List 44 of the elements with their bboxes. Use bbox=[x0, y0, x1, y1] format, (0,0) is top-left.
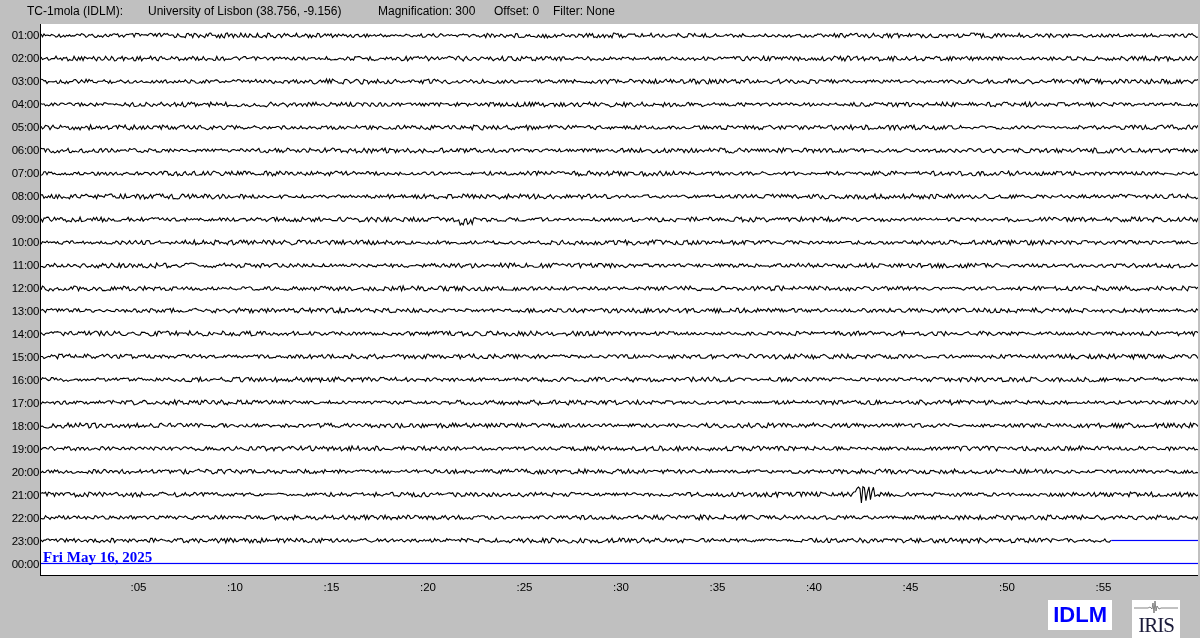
station-location: University of Lisbon (38.756, -9.156) bbox=[148, 2, 343, 20]
minute-tick-label: :40 bbox=[806, 580, 822, 596]
minute-tick-label: :35 bbox=[709, 580, 726, 596]
hour-label: 13:00 bbox=[11, 303, 39, 319]
station-name: TC-1mola (IDLM): bbox=[27, 2, 124, 20]
org-logo-text: IRIS bbox=[1138, 614, 1174, 636]
minute-tick-label: :50 bbox=[999, 580, 1015, 596]
minute-tick-label: :45 bbox=[902, 580, 919, 596]
hour-label: 22:00 bbox=[11, 511, 39, 527]
hour-label: 00:00 bbox=[11, 557, 39, 573]
hour-label: 06:00 bbox=[11, 142, 39, 158]
date-label: Fri May 16, 2025 bbox=[43, 550, 153, 566]
hour-label: 09:00 bbox=[11, 211, 39, 227]
hour-label: 12:00 bbox=[11, 280, 39, 296]
minute-tick-label: :25 bbox=[516, 580, 533, 596]
seismogram-icon bbox=[1134, 600, 1178, 614]
hour-label: 08:00 bbox=[11, 188, 39, 204]
hour-label: 16:00 bbox=[11, 372, 39, 388]
hour-label: 04:00 bbox=[11, 96, 39, 112]
hour-label: 14:00 bbox=[11, 326, 39, 342]
offset-setting: Offset: 0 bbox=[494, 2, 541, 20]
minute-tick-label: :20 bbox=[420, 580, 436, 596]
hour-label: 20:00 bbox=[11, 465, 39, 481]
hour-label: 11:00 bbox=[12, 257, 39, 273]
minute-tick-label: :15 bbox=[323, 580, 340, 596]
hour-label: 02:00 bbox=[11, 50, 39, 66]
hour-label: 07:00 bbox=[11, 165, 39, 181]
hour-label: 19:00 bbox=[11, 442, 39, 457]
hour-label: 10:00 bbox=[11, 234, 39, 250]
filter-setting: Filter: None bbox=[553, 2, 616, 20]
hour-label: 18:00 bbox=[11, 419, 39, 434]
hour-label: 15:00 bbox=[11, 349, 39, 365]
hour-label: 21:00 bbox=[11, 488, 39, 504]
hour-label: 17:00 bbox=[11, 396, 39, 411]
magnification-setting: Magnification: 300 bbox=[378, 2, 477, 20]
hour-label: 05:00 bbox=[11, 119, 39, 135]
minute-tick-label: :30 bbox=[613, 580, 629, 596]
minute-tick-label: :10 bbox=[227, 580, 243, 596]
network-logo: IDLM bbox=[1048, 600, 1112, 630]
minute-tick-label: :55 bbox=[1095, 580, 1112, 596]
hour-label: 01:00 bbox=[11, 27, 39, 43]
hour-label: 03:00 bbox=[11, 73, 39, 89]
hour-label: 23:00 bbox=[11, 534, 39, 550]
minute-tick-label: :05 bbox=[130, 580, 147, 596]
